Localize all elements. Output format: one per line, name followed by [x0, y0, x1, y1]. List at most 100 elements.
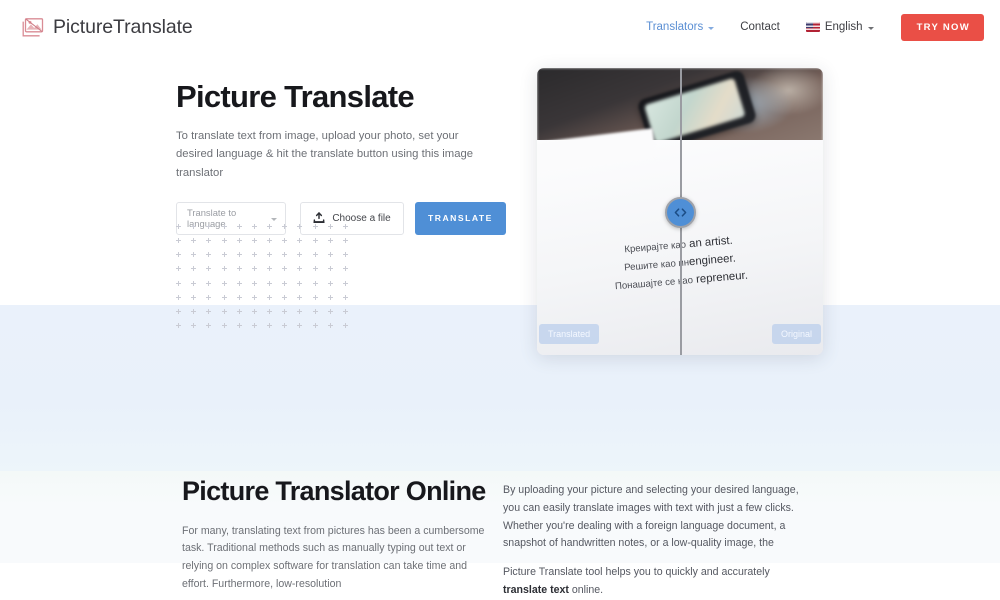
- grid-dot: [205, 321, 220, 335]
- grid-dot: [251, 264, 266, 278]
- grid-dot: [266, 236, 281, 250]
- us-flag-icon: [805, 22, 820, 32]
- logo-text-primary: Picture: [53, 15, 113, 38]
- badge-original[interactable]: Original: [771, 324, 821, 344]
- chevron-down-icon: [867, 26, 874, 30]
- grid-dot: [296, 307, 311, 321]
- grid-dot: [327, 264, 342, 278]
- try-now-button[interactable]: TRY NOW: [900, 13, 984, 41]
- nav-item-translators[interactable]: Translators: [633, 15, 727, 39]
- logo-text: PictureTranslate: [53, 16, 193, 39]
- nav-item-contact[interactable]: Contact: [727, 15, 793, 39]
- body-text-post: online.: [568, 583, 604, 596]
- grid-dot: [342, 279, 357, 293]
- grid-dot: [175, 264, 190, 278]
- grid-dot: [296, 236, 311, 250]
- grid-dot: [221, 293, 236, 307]
- grid-dot: [296, 279, 311, 293]
- grid-dot: [236, 250, 251, 264]
- grid-dot: [327, 236, 342, 250]
- grid-dot: [281, 279, 296, 293]
- grid-dot: [175, 307, 190, 321]
- content-left-column: Picture Translator Online For many, tran…: [182, 476, 488, 594]
- chevron-down-icon: [708, 26, 715, 30]
- grid-dot: [190, 279, 205, 293]
- grid-dot: [327, 222, 342, 236]
- quote-original: an artist.: [688, 234, 734, 251]
- grid-dot: [312, 222, 327, 236]
- grid-dot: [221, 321, 236, 335]
- page-title: Picture Translate: [176, 79, 415, 114]
- translate-text-link[interactable]: translate text: [503, 584, 569, 596]
- image-comparison-slider[interactable]: Креирајте као an artist. Решите као инen…: [537, 68, 823, 355]
- quote-original: engineer.: [688, 252, 737, 269]
- grid-dot: [296, 321, 311, 335]
- grid-dot: [251, 307, 266, 321]
- grid-dot: [190, 307, 205, 321]
- section-title: Picture Translator Online: [182, 476, 486, 506]
- grid-dot: [266, 321, 281, 335]
- grid-dot: [342, 321, 357, 335]
- chevron-down-icon: [271, 217, 278, 221]
- badge-translated[interactable]: Translated: [539, 324, 600, 344]
- language-selector[interactable]: English: [793, 15, 887, 39]
- logo-text-secondary: Translate: [113, 15, 193, 38]
- grid-dot: [251, 250, 266, 264]
- decorative-dot-grid: [175, 222, 357, 335]
- grid-dot: [312, 293, 327, 307]
- left-right-arrows-icon: [674, 208, 687, 217]
- grid-dot: [205, 264, 220, 278]
- grid-dot: [296, 264, 311, 278]
- grid-dot: [190, 222, 205, 236]
- section-body-right-2: Picture Translate tool helps you to quic…: [503, 564, 815, 600]
- background-band-middle: [0, 305, 1000, 471]
- grid-dot: [251, 236, 266, 250]
- grid-dot: [342, 307, 357, 321]
- grid-dot: [281, 236, 296, 250]
- body-text-pre: Picture Translate tool helps you to quic…: [503, 566, 770, 579]
- grid-dot: [281, 307, 296, 321]
- grid-dot: [327, 250, 342, 264]
- grid-dot: [236, 264, 251, 278]
- grid-dot: [236, 222, 251, 236]
- hero-subtitle: To translate text from image, upload you…: [176, 130, 474, 179]
- grid-dot: [266, 293, 281, 307]
- grid-dot: [221, 279, 236, 293]
- grid-dot: [342, 222, 357, 236]
- nav-item-contact-label: Contact: [740, 21, 780, 33]
- grid-dot: [327, 293, 342, 307]
- background-band-bottom: [0, 471, 1000, 563]
- grid-dot: [205, 250, 220, 264]
- grid-dot: [251, 293, 266, 307]
- site-header: PictureTranslate Translators Contact Eng…: [0, 0, 1000, 54]
- grid-dot: [190, 250, 205, 264]
- translate-button[interactable]: TRANSLATE: [414, 201, 506, 235]
- grid-dot: [190, 293, 205, 307]
- grid-dot: [175, 279, 190, 293]
- grid-dot: [312, 264, 327, 278]
- grid-dot: [236, 279, 251, 293]
- grid-dot: [342, 250, 357, 264]
- grid-dot: [296, 222, 311, 236]
- grid-dot: [251, 222, 266, 236]
- grid-dot: [175, 321, 190, 335]
- grid-dot: [281, 250, 296, 264]
- grid-dot: [312, 321, 327, 335]
- grid-dot: [205, 307, 220, 321]
- grid-dot: [251, 321, 266, 335]
- comparison-slider-handle[interactable]: [665, 197, 696, 228]
- grid-dot: [312, 250, 327, 264]
- grid-dot: [342, 293, 357, 307]
- quote-translated: Креирајте као: [624, 239, 687, 256]
- quote-original: repreneur.: [695, 269, 749, 286]
- grid-dot: [281, 293, 296, 307]
- grid-dot: [205, 279, 220, 293]
- grid-dot: [236, 321, 251, 335]
- grid-dot: [266, 279, 281, 293]
- grid-dot: [281, 264, 296, 278]
- grid-dot: [312, 236, 327, 250]
- content-right-column: By uploading your picture and selecting …: [503, 482, 815, 600]
- grid-dot: [221, 264, 236, 278]
- logo[interactable]: PictureTranslate: [22, 16, 193, 39]
- hero-copy: Picture Translate To translate text from…: [176, 79, 506, 235]
